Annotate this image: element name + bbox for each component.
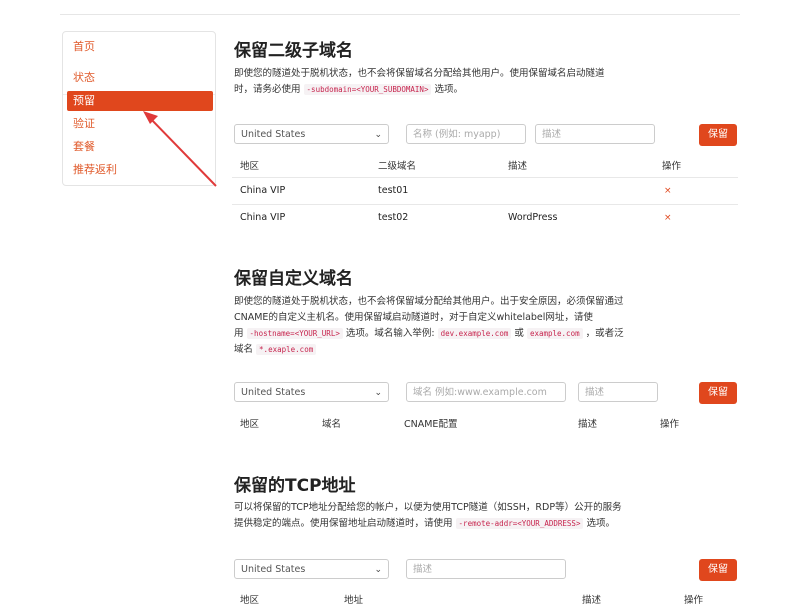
custom-domain-section-title: 保留自定义域名 [234, 269, 353, 289]
custom-desc-line3: 用 -hostname=<YOUR_URL> 选项。域名输入举例: dev.ex… [234, 326, 664, 342]
table-header: 域名 [322, 419, 342, 430]
table-header: 描述 [582, 595, 602, 606]
subdomain-desc-line1: 即使您的隧道处于脱机状态，也不会将保留域名分配给其他用户。使用保留域名启动隧道 [234, 68, 605, 79]
table-header: 二级域名 [378, 161, 417, 172]
subdomain-desc-line2: 时，请务必使用 -subdomain=<YOUR_SUBDOMAIN> 选项。 [234, 82, 664, 98]
table-divider [232, 204, 738, 205]
subdomain-desc-text-end: 选项。 [434, 84, 464, 95]
custom-reserve-button[interactable]: 保留 [699, 382, 737, 404]
tcp-reserve-button[interactable]: 保留 [699, 559, 737, 581]
subdomain-section-title: 保留二级子域名 [234, 41, 353, 61]
subdomain-option-code: -subdomain=<YOUR_SUBDOMAIN> [303, 84, 432, 95]
tcp-region-value: United States [241, 564, 306, 575]
table-header: 操作 [662, 161, 682, 172]
example-domain-code: example.com [526, 328, 583, 339]
table-divider [232, 177, 738, 178]
custom-desc-text: 用 [234, 328, 244, 339]
sidebar-item-referral[interactable]: 推荐返利 [67, 160, 213, 180]
table-cell-region: China VIP [240, 212, 286, 223]
delete-icon[interactable]: × [664, 186, 672, 196]
table-header: 地址 [344, 595, 364, 606]
table-cell-subdomain: test02 [378, 212, 409, 223]
custom-desc-line1: 即使您的隧道处于脱机状态，也不会将保留域分配给其他用户。出于安全原因，必须保留通… [234, 296, 624, 307]
custom-desc-line2: CNAME的自定义主机名。使用保留域启动隧道时，对于自定义whitelabel网… [234, 312, 593, 323]
custom-region-select[interactable]: United States ⌄ [234, 382, 389, 402]
table-header: 描述 [508, 161, 528, 172]
tcp-desc-line2: 提供稳定的端点。使用保留地址启动隧道时，请使用 -remote-addr=<YO… [234, 516, 664, 532]
tcp-desc-text-end: 选项。 [586, 518, 616, 529]
custom-desc-text: 选项。域名输入举例: [345, 328, 435, 339]
wildcard-domain-code: *.exaple.com [256, 344, 317, 355]
sidebar-item-verify[interactable]: 验证 [67, 114, 213, 134]
table-header: 地区 [240, 419, 260, 430]
chevron-down-icon: ⌄ [374, 388, 382, 398]
tcp-section-title: 保留的TCP地址 [234, 476, 356, 496]
custom-desc-line4: 域名 *.exaple.com [234, 342, 664, 358]
table-cell-desc: WordPress [508, 212, 558, 223]
chevron-down-icon: ⌄ [374, 565, 382, 575]
table-header: 描述 [578, 419, 598, 430]
subdomain-description: 即使您的隧道处于脱机状态，也不会将保留域名分配给其他用户。使用保留域名启动隧道 … [234, 66, 664, 98]
tcp-region-select[interactable]: United States ⌄ [234, 559, 389, 579]
example-domain-code: dev.example.com [437, 328, 512, 339]
hostname-option-code: -hostname=<YOUR_URL> [246, 328, 343, 339]
remote-addr-option-code: -remote-addr=<YOUR_ADDRESS> [455, 518, 584, 529]
table-header: 操作 [660, 419, 680, 430]
table-cell-region: China VIP [240, 185, 286, 196]
tcp-desc-line1: 可以将保留的TCP地址分配给您的帐户，以便为使用TCP隧道（如SSH，RDP等）… [234, 502, 622, 513]
custom-desc-text: 或 [514, 328, 524, 339]
table-header: 地区 [240, 595, 260, 606]
delete-icon[interactable]: × [664, 213, 672, 223]
subdomain-reserve-button[interactable]: 保留 [699, 124, 737, 146]
custom-desc-input[interactable] [578, 382, 658, 402]
table-header: 操作 [684, 595, 704, 606]
sidebar-item-status[interactable]: 状态 [67, 68, 213, 88]
custom-region-value: United States [241, 387, 306, 398]
sidebar-nav: 首页 状态 预留 验证 套餐 推荐返利 [62, 31, 216, 186]
custom-desc-text: ，或者泛 [585, 328, 624, 339]
custom-domain-input[interactable] [406, 382, 566, 402]
top-divider [60, 14, 740, 15]
tcp-description: 可以将保留的TCP地址分配给您的帐户，以便为使用TCP隧道（如SSH，RDP等）… [234, 500, 664, 532]
tcp-desc-input[interactable] [406, 559, 566, 579]
custom-domain-description: 即使您的隧道处于脱机状态，也不会将保留域分配给其他用户。出于安全原因，必须保留通… [234, 294, 664, 358]
chevron-down-icon: ⌄ [374, 130, 382, 140]
sidebar-item-plans[interactable]: 套餐 [67, 137, 213, 157]
table-header: CNAME配置 [404, 419, 458, 430]
sidebar-item-reserve[interactable]: 预留 [67, 91, 213, 111]
subdomain-name-input[interactable] [406, 124, 526, 144]
sidebar-item-home[interactable]: 首页 [67, 37, 213, 57]
subdomain-desc-text: 时，请务必使用 [234, 84, 301, 95]
tcp-desc-text: 提供稳定的端点。使用保留地址启动隧道时，请使用 [234, 518, 453, 529]
subdomain-region-select[interactable]: United States ⌄ [234, 124, 389, 144]
subdomain-desc-input[interactable] [535, 124, 655, 144]
subdomain-region-value: United States [241, 129, 306, 140]
table-header: 地区 [240, 161, 260, 172]
custom-desc-text: 域名 [234, 344, 254, 355]
table-cell-subdomain: test01 [378, 185, 409, 196]
